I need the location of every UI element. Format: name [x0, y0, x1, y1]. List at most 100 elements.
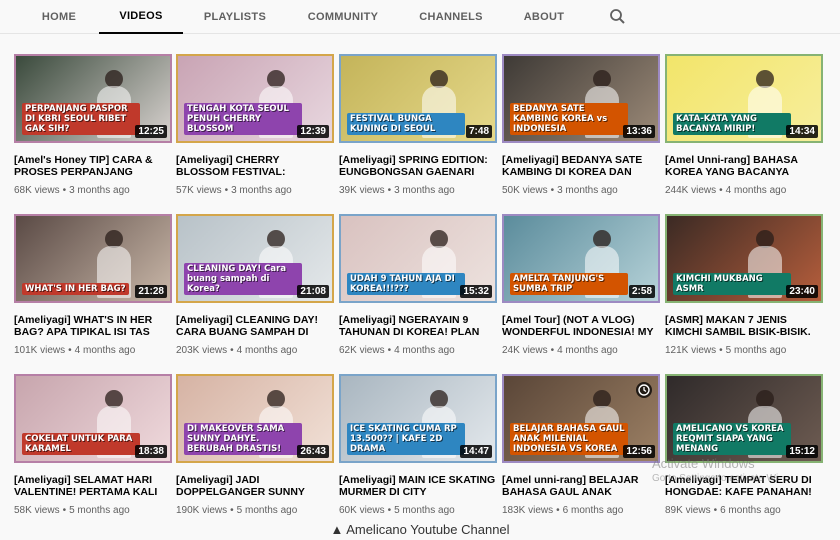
thumbnail-caption-text: COKELAT UNTUK PARA KARAMEL — [22, 433, 140, 455]
video-card[interactable]: WHAT'S IN HER BAG? 21:28 [Ameliyagi] WHAT'… — [14, 214, 172, 356]
thumbnail-caption: TENGAH KOTA SEOUL PENUH CHERRY BLOSSOM — [184, 103, 302, 135]
video-title[interactable]: [Ameliyagi] SELAMAT HARI VALENTINE! PERT… — [14, 474, 172, 498]
thumbnail-caption: KIMCHI MUKBANG ASMR — [673, 273, 791, 295]
upload-age: 6 months ago — [720, 505, 781, 516]
view-count: 39K views — [339, 185, 385, 196]
thumbnail-caption-text: KATA-KATA YANG BACANYA MIRIP! — [673, 113, 791, 135]
video-thumbnail[interactable]: CLEANING DAY! Cara buang sampah di Korea… — [176, 214, 334, 303]
view-count: 24K views — [502, 345, 548, 356]
separator-dot: • — [387, 345, 392, 356]
video-card[interactable]: FESTIVAL BUNGA KUNING DI SEOUL 7:48 [Ameli… — [339, 54, 497, 196]
upload-age: 4 months ago — [394, 345, 455, 356]
video-title[interactable]: [Ameliyagi] CHERRY BLOSSOM FESTIVAL: — [176, 154, 334, 178]
separator-dot: • — [230, 505, 234, 516]
video-card[interactable]: AMELTA TANJUNG'S SUMBA TRIP 2:58 [Amel Tou… — [502, 214, 660, 356]
thumbnail-caption-text: KIMCHI MUKBANG ASMR — [673, 273, 791, 295]
upload-age: 3 months ago — [69, 185, 130, 196]
upload-age: 3 months ago — [557, 185, 618, 196]
thumbnail-caption-text: UDAH 9 TAHUN AJA DI KOREA!!!??? — [347, 273, 465, 295]
video-title[interactable]: [Ameliyagi] BEDANYA SATE KAMBING DI KORE… — [502, 154, 660, 178]
video-title[interactable]: [Amel unni-rang] BELAJAR BAHASA GAUL ANA… — [502, 474, 660, 498]
watch-later-icon[interactable] — [636, 382, 652, 398]
separator-dot: • — [230, 345, 234, 356]
thumbnail-caption-text: WHAT'S IN HER BAG? — [22, 283, 129, 295]
thumbnail-caption: DI MAKEOVER SAMA SUNNY DAHYE. BERUBAH DR… — [184, 423, 302, 455]
video-title[interactable]: [Amel Tour] (NOT A VLOG) WONDERFUL INDON… — [502, 314, 660, 338]
video-title[interactable]: [ASMR] MAKAN 7 JENIS KIMCHI SAMBIL BISIK… — [665, 314, 823, 338]
separator-dot: • — [550, 345, 555, 356]
video-title[interactable]: [Ameliyagi] NGERAYAIN 9 TAHUNAN DI KOREA… — [339, 314, 497, 338]
video-duration: 7:48 — [465, 125, 492, 138]
thumbnail-caption-text: TENGAH KOTA SEOUL PENUH CHERRY BLOSSOM — [184, 103, 302, 135]
video-duration: 13:36 — [623, 125, 655, 138]
video-thumbnail[interactable]: UDAH 9 TAHUN AJA DI KOREA!!!??? 15:32 — [339, 214, 497, 303]
view-count: 60K views — [339, 505, 385, 516]
view-count: 190K views — [176, 505, 228, 516]
thumbnail-caption: ICE SKATING CUMA RP 13.500?? | KAFE 2D D… — [347, 423, 465, 455]
thumbnail-caption-text: AMELICANO VS KOREA REQMIT SIAPA YANG MEN… — [673, 423, 791, 455]
video-thumbnail[interactable]: KATA-KATA YANG BACANYA MIRIP! 14:34 — [665, 54, 823, 143]
video-duration: 12:39 — [297, 125, 329, 138]
upload-age: 5 months ago — [236, 505, 298, 516]
video-title[interactable]: [Ameliyagi] JADI DOPPELGANGER SUNNY — [176, 474, 334, 498]
video-thumbnail[interactable]: PERPANJANG PASPOR DI KBRI SEOUL RIBET GA… — [14, 54, 172, 143]
separator-dot: • — [713, 505, 718, 516]
separator-dot: • — [387, 505, 392, 516]
view-count: 50K views — [502, 185, 548, 196]
video-thumbnail[interactable]: COKELAT UNTUK PARA KARAMEL 18:38 — [14, 374, 172, 463]
video-card[interactable]: KATA-KATA YANG BACANYA MIRIP! 14:34 [Amel … — [665, 54, 823, 196]
video-thumbnail[interactable]: BELAJAR BAHASA GAUL ANAK MILENIAL INDONE… — [502, 374, 660, 463]
video-card[interactable]: PERPANJANG PASPOR DI KBRI SEOUL RIBET GA… — [14, 54, 172, 196]
video-card[interactable]: ICE SKATING CUMA RP 13.500?? | KAFE 2D D… — [339, 374, 497, 516]
video-meta: 60K views • 5 months ago — [339, 505, 497, 516]
video-thumbnail[interactable]: ICE SKATING CUMA RP 13.500?? | KAFE 2D D… — [339, 374, 497, 463]
video-thumbnail[interactable]: AMELTA TANJUNG'S SUMBA TRIP 2:58 — [502, 214, 660, 303]
video-title[interactable]: [Amel Unni-rang] BAHASA KOREA YANG BACAN… — [665, 154, 823, 178]
video-title[interactable]: [Ameliyagi] WHAT'S IN HER BAG? APA TIPIK… — [14, 314, 172, 338]
video-meta: 190K views • 5 months ago — [176, 505, 334, 516]
thumbnail-caption: FESTIVAL BUNGA KUNING DI SEOUL — [347, 113, 465, 135]
view-count: 68K views — [14, 185, 60, 196]
upload-age: 4 months ago — [74, 345, 136, 356]
video-meta: 57K views • 3 months ago — [176, 185, 334, 196]
video-thumbnail[interactable]: AMELICANO VS KOREA REQMIT SIAPA YANG MEN… — [665, 374, 823, 463]
thumbnail-caption: AMELTA TANJUNG'S SUMBA TRIP — [510, 273, 628, 295]
video-card[interactable]: BEDANYA SATE KAMBING KOREA vs INDONESIA 1… — [502, 54, 660, 196]
thumbnail-caption-text: FESTIVAL BUNGA KUNING DI SEOUL — [347, 113, 465, 135]
video-card[interactable]: UDAH 9 TAHUN AJA DI KOREA!!!??? 15:32 [Ame… — [339, 214, 497, 356]
video-card[interactable]: AMELICANO VS KOREA REQMIT SIAPA YANG MEN… — [665, 374, 823, 516]
video-duration: 14:34 — [786, 125, 818, 138]
video-card[interactable]: COKELAT UNTUK PARA KARAMEL 18:38 [Ameliyag… — [14, 374, 172, 516]
video-card[interactable]: TENGAH KOTA SEOUL PENUH CHERRY BLOSSOM 12… — [176, 54, 334, 196]
video-title[interactable]: [Amel's Honey TIP] CARA & PROSES PERPANJ… — [14, 154, 172, 178]
thumbnail-caption-text: AMELTA TANJUNG'S SUMBA TRIP — [510, 273, 628, 295]
thumbnail-caption: BEDANYA SATE KAMBING KOREA vs INDONESIA — [510, 103, 628, 135]
video-thumbnail[interactable]: FESTIVAL BUNGA KUNING DI SEOUL 7:48 — [339, 54, 497, 143]
video-card[interactable]: CLEANING DAY! Cara buang sampah di Korea… — [176, 214, 334, 356]
video-meta: 244K views • 4 months ago — [665, 185, 823, 196]
video-thumbnail[interactable]: KIMCHI MUKBANG ASMR 23:40 — [665, 214, 823, 303]
video-title[interactable]: [Ameliyagi] SPRING EDITION: EUNGBONGSAN … — [339, 154, 497, 178]
video-thumbnail[interactable]: BEDANYA SATE KAMBING KOREA vs INDONESIA 1… — [502, 54, 660, 143]
video-card[interactable]: KIMCHI MUKBANG ASMR 23:40 [ASMR] MAKAN 7 J… — [665, 214, 823, 356]
view-count: 89K views — [665, 505, 711, 516]
video-thumbnail[interactable]: WHAT'S IN HER BAG? 21:28 — [14, 214, 172, 303]
video-duration: 2:58 — [628, 285, 655, 298]
thumbnail-caption-text: BELAJAR BAHASA GAUL ANAK MILENIAL INDONE… — [510, 423, 628, 455]
video-duration: 21:28 — [135, 285, 167, 298]
separator-dot: • — [550, 185, 555, 196]
video-thumbnail[interactable]: DI MAKEOVER SAMA SUNNY DAHYE. BERUBAH DR… — [176, 374, 334, 463]
video-title[interactable]: [Ameliyagi] TEMPAT SERU DI HONGDAE: KAFE… — [665, 474, 823, 498]
video-title[interactable]: [Ameliyagi] CLEANING DAY! CARA BUANG SAM… — [176, 314, 334, 338]
video-card[interactable]: DI MAKEOVER SAMA SUNNY DAHYE. BERUBAH DR… — [176, 374, 334, 516]
video-title[interactable]: [Ameliyagi] MAIN ICE SKATING MURMER DI C… — [339, 474, 497, 498]
video-duration: 18:38 — [135, 445, 167, 458]
upload-age: 4 months ago — [236, 345, 298, 356]
thumbnail-caption-text: PERPANJANG PASPOR DI KBRI SEOUL RIBET GA… — [22, 103, 140, 135]
video-duration: 15:32 — [460, 285, 492, 298]
thumbnail-caption: WHAT'S IN HER BAG? — [22, 283, 140, 295]
video-card[interactable]: BELAJAR BAHASA GAUL ANAK MILENIAL INDONE… — [502, 374, 660, 516]
upload-age: 4 months ago — [725, 185, 787, 196]
video-thumbnail[interactable]: TENGAH KOTA SEOUL PENUH CHERRY BLOSSOM 12… — [176, 54, 334, 143]
upload-age: 3 months ago — [394, 185, 455, 196]
